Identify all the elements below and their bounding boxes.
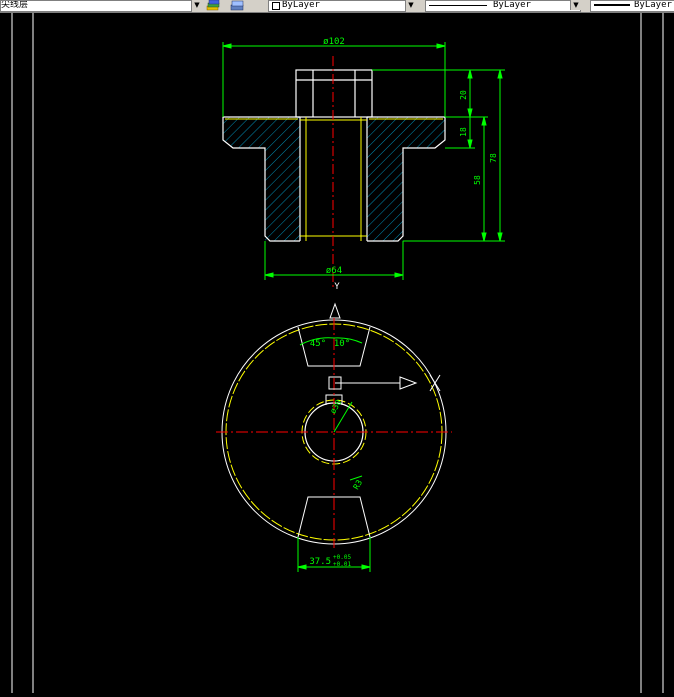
view-arrow-label: Y [334, 282, 340, 292]
linetype-dropdown-arrow[interactable]: ▼ [570, 0, 581, 10]
dim-tol-lower: +0.01 [333, 561, 351, 568]
dim-angle-right: 10° [334, 339, 350, 349]
dim-slot-width: 37.5 [309, 557, 331, 567]
dim-body-height: 58 [473, 175, 482, 185]
layer-name: 尖线层 [1, 0, 29, 10]
lineweight-dropdown[interactable]: ByLayer [590, 0, 674, 12]
dim-bottom-width: ø64 [326, 266, 342, 276]
color-dropdown[interactable]: ByLayer [268, 0, 406, 12]
dim-total-height: 78 [489, 153, 498, 163]
dim-hub-height: 20 [459, 90, 468, 100]
color-swatch-icon [272, 2, 280, 10]
dim-flange-thickness: 18 [459, 127, 468, 137]
layer-manager-icon[interactable] [206, 0, 220, 11]
plan-centerlines [216, 318, 452, 548]
ucs-icon [328, 374, 441, 392]
layer-dropdown-arrow[interactable]: ▼ [191, 0, 202, 10]
section-hatch [223, 117, 445, 241]
cad-drawing[interactable]: ø102 ø64 20 18 58 78 Y 45° 10° ø30 R3 37… [0, 13, 674, 693]
layer-previous-icon[interactable] [230, 0, 244, 11]
lineweight-value: ByLayer [634, 0, 672, 10]
section-outline [222, 69, 446, 242]
plan-view: 45° 10° ø30 R3 37.5 +0.05 +0.01 [216, 302, 452, 572]
dim-angle-left: 45° [310, 339, 326, 349]
drawing-frame [11, 13, 664, 693]
view-direction-arrow-icon [329, 302, 341, 319]
layer-toolbar: 尖线层 ▼ ByLayer ▼ ByLayer ▼ ByLayer [0, 0, 674, 13]
dim-top-width: ø102 [323, 37, 345, 47]
linetype-dropdown[interactable]: ByLayer [425, 0, 581, 12]
drawing-canvas[interactable]: ø102 ø64 20 18 58 78 Y 45° 10° ø30 R3 37… [0, 13, 674, 693]
linetype-sample-icon [429, 5, 487, 6]
dim-tol-upper: +0.05 [333, 554, 351, 561]
layer-dropdown[interactable]: 尖线层 [0, 0, 192, 12]
color-value: ByLayer [282, 0, 320, 10]
section-view: ø102 ø64 20 18 58 78 Y [222, 37, 505, 292]
lineweight-sample-icon [594, 4, 630, 6]
linetype-value: ByLayer [493, 0, 531, 10]
color-dropdown-arrow[interactable]: ▼ [405, 0, 416, 10]
dim-slot-radius: R3 [352, 478, 365, 491]
